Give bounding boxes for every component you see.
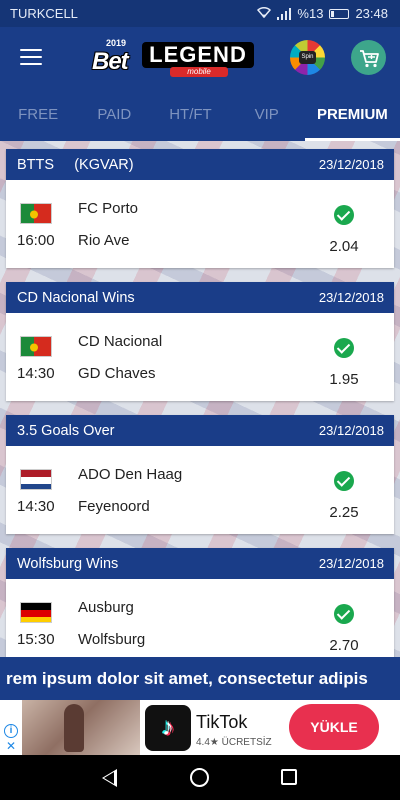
tab-bar: FREE PAID HT/FT VIP PREMIUM (0, 89, 400, 141)
bet-type: Wolfsburg Wins (17, 555, 119, 572)
app-logo: 2019 Bet LEGEND mobile (92, 37, 256, 79)
logo-mobile: mobile (170, 67, 228, 77)
match-time: 14:30 (17, 365, 55, 382)
signal-icon (277, 7, 292, 20)
bet-type: 3.5 Goals Over (17, 422, 115, 439)
check-circle-icon (334, 471, 354, 491)
ad-banner[interactable]: i ✕ ♪ TikTok 4.4★ ÜCRETSİZ YÜKLE (0, 700, 400, 755)
clock: 23:48 (355, 6, 388, 21)
match-time: 14:30 (17, 498, 55, 515)
match-card-header: 3.5 Goals Over 23/12/2018 (6, 415, 394, 446)
hamburger-menu-icon[interactable] (20, 49, 42, 65)
away-team: Wolfsburg (78, 631, 146, 648)
status-bar: TURKCELL %13 23:48 (0, 0, 400, 27)
match-card[interactable]: 3.5 Goals Over 23/12/2018 ADO Den Haag 1… (6, 415, 394, 534)
portugal-flag-icon (20, 203, 52, 224)
home-team: Ausburg (78, 599, 134, 616)
tab-htft[interactable]: HT/FT (152, 89, 228, 141)
match-time: 16:00 (17, 232, 55, 249)
away-team: GD Chaves (78, 365, 156, 382)
shopping-cart-icon[interactable] (351, 40, 386, 75)
tiktok-app-icon[interactable]: ♪ (145, 705, 191, 751)
ad-rating: 4.4★ ÜCRETSİZ (196, 737, 272, 748)
ticker-text: rem ipsum dolor sit amet, consectetur ad… (6, 669, 368, 688)
match-odd: 2.04 (329, 238, 359, 255)
check-circle-icon (334, 604, 354, 624)
match-card-header: CD Nacional Wins 23/12/2018 (6, 282, 394, 313)
check-circle-icon (334, 205, 354, 225)
match-odd: 2.25 (329, 504, 359, 521)
battery-percent: %13 (297, 6, 324, 21)
spin-wheel-icon[interactable]: Spin (290, 40, 325, 75)
match-card[interactable]: CD Nacional Wins 23/12/2018 CD Nacional … (6, 282, 394, 401)
carrier-name: TURKCELL (10, 6, 78, 21)
match-date: 23/12/2018 (318, 157, 384, 172)
match-odd: 1.95 (329, 371, 359, 388)
logo-bet: Bet (92, 48, 129, 75)
ad-image[interactable] (22, 700, 140, 755)
spin-label: Spin (299, 51, 316, 64)
bet-type: CD Nacional Wins (17, 289, 135, 306)
match-time: 15:30 (17, 631, 55, 648)
app-header: 2019 Bet LEGEND mobile Spin (0, 27, 400, 89)
away-team: Rio Ave (78, 232, 130, 249)
match-card-body: FC Porto 16:00 Rio Ave 2.04 (6, 180, 394, 268)
match-list[interactable]: BTTS (KGVAR) 23/12/2018 FC Porto 16:00 R… (0, 141, 400, 657)
home-team: CD Nacional (78, 333, 163, 350)
ad-close-icon[interactable]: ✕ (4, 740, 18, 752)
home-team: ADO Den Haag (78, 466, 183, 483)
battery-icon (329, 8, 350, 19)
home-team: FC Porto (78, 200, 139, 217)
match-card-body: Ausburg 15:30 Wolfsburg 2.70 (6, 579, 394, 657)
match-card-body: CD Nacional 14:30 GD Chaves 1.95 (6, 313, 394, 401)
status-icons: %13 23:48 (257, 6, 388, 21)
netherlands-flag-icon (20, 469, 52, 490)
bet-type: BTTS (KGVAR) (17, 156, 134, 173)
tab-free[interactable]: FREE (0, 89, 76, 141)
match-card-body: ADO Den Haag 14:30 Feyenoord 2.25 (6, 446, 394, 534)
install-button[interactable]: YÜKLE (289, 704, 379, 750)
logo-legend: LEGEND (142, 42, 254, 68)
match-date: 23/12/2018 (318, 290, 384, 305)
tab-vip[interactable]: VIP (229, 89, 305, 141)
tab-premium[interactable]: PREMIUM (304, 89, 400, 141)
recent-apps-icon[interactable] (281, 769, 297, 785)
check-circle-icon (334, 338, 354, 358)
tab-paid[interactable]: PAID (76, 89, 152, 141)
news-ticker: rem ipsum dolor sit amet, consectetur ad… (0, 657, 400, 700)
match-card-header: Wolfsburg Wins 23/12/2018 (6, 548, 394, 579)
ad-info-icon[interactable]: i (4, 724, 18, 738)
logo-year: 2019 (106, 38, 127, 48)
match-card[interactable]: Wolfsburg Wins 23/12/2018 Ausburg 15:30 … (6, 548, 394, 657)
away-team: Feyenoord (78, 498, 150, 515)
ad-app-name: TikTok (196, 712, 248, 732)
match-date: 23/12/2018 (318, 423, 384, 438)
match-card-header: BTTS (KGVAR) 23/12/2018 (6, 149, 394, 180)
home-icon[interactable] (190, 768, 209, 787)
back-icon[interactable] (102, 769, 117, 787)
wifi-icon (257, 6, 272, 21)
portugal-flag-icon (20, 336, 52, 357)
germany-flag-icon (20, 602, 52, 623)
match-card[interactable]: BTTS (KGVAR) 23/12/2018 FC Porto 16:00 R… (6, 149, 394, 268)
match-odd: 2.70 (329, 637, 359, 654)
system-nav-bar (0, 755, 400, 800)
match-date: 23/12/2018 (318, 556, 384, 571)
